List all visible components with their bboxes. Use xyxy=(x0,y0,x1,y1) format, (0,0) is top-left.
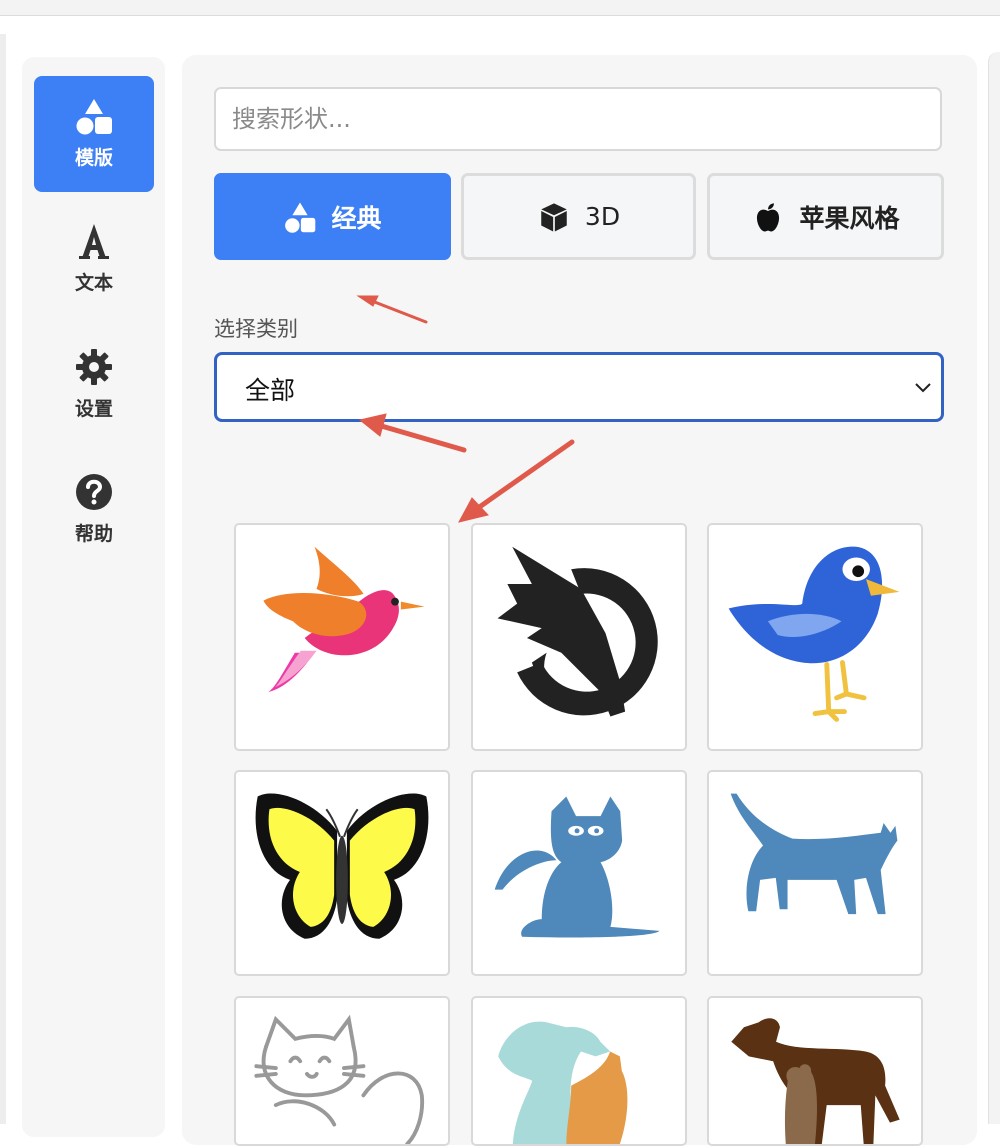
cube-icon xyxy=(541,202,567,231)
sidebar-item-label: 设置 xyxy=(74,398,113,420)
sidebar-item-settings[interactable]: 设置 xyxy=(34,327,154,443)
shape-tile-walking-cat[interactable] xyxy=(707,770,923,976)
question-circle-icon xyxy=(76,474,112,510)
shapes-icon xyxy=(285,202,316,233)
style-tab-label: 3D xyxy=(584,202,621,231)
style-tab-3d[interactable]: 3D xyxy=(461,173,696,260)
apple-icon xyxy=(757,202,780,231)
walking-cat-icon xyxy=(730,793,898,915)
shape-tile-eagle-emblem[interactable] xyxy=(471,523,687,751)
gear-icon xyxy=(76,349,112,385)
sidebar-item-templates[interactable]: 模版 xyxy=(34,76,154,192)
sidebar: 模版 文本 设置 帮助 xyxy=(22,57,165,1137)
category-select-value: 全部 xyxy=(245,376,296,405)
dog-and-cat-icon xyxy=(498,1021,628,1144)
window-top-bar xyxy=(0,0,1000,16)
sidebar-item-label: 模版 xyxy=(74,147,113,169)
style-tab-classic[interactable]: 经典 xyxy=(214,173,451,260)
search-input[interactable] xyxy=(214,87,942,151)
chevron-down-icon xyxy=(915,383,931,393)
dog-icon xyxy=(731,1018,900,1144)
style-tab-label: 经典 xyxy=(331,203,382,233)
sitting-cat-icon xyxy=(494,796,660,938)
butterfly-icon xyxy=(255,793,429,939)
cat-sketch-icon xyxy=(254,1014,425,1144)
category-label: 选择类别 xyxy=(214,317,298,341)
shape-tile-butterfly[interactable] xyxy=(234,770,450,976)
category-select[interactable]: 全部 xyxy=(214,352,944,422)
text-a-icon xyxy=(79,224,109,259)
shapes-icon xyxy=(76,99,112,135)
sidebar-item-label: 文本 xyxy=(74,272,113,294)
sidebar-item-label: 帮助 xyxy=(74,523,113,545)
adjacent-panel-edge xyxy=(988,52,1000,1124)
window-left-edge xyxy=(0,34,6,1124)
shape-tile-blue-bird[interactable] xyxy=(707,523,923,751)
sidebar-item-help[interactable]: 帮助 xyxy=(34,452,154,568)
eagle-emblem-icon xyxy=(497,546,658,717)
shape-tile-sitting-cat[interactable] xyxy=(471,770,687,976)
style-tab-label: 苹果风格 xyxy=(799,203,900,233)
blue-bird-icon xyxy=(728,546,900,722)
shape-tile-pink-bird[interactable] xyxy=(234,523,450,751)
pink-bird-icon xyxy=(263,546,425,692)
style-tab-apple[interactable]: 苹果风格 xyxy=(707,173,944,260)
sidebar-item-text[interactable]: 文本 xyxy=(34,201,154,317)
